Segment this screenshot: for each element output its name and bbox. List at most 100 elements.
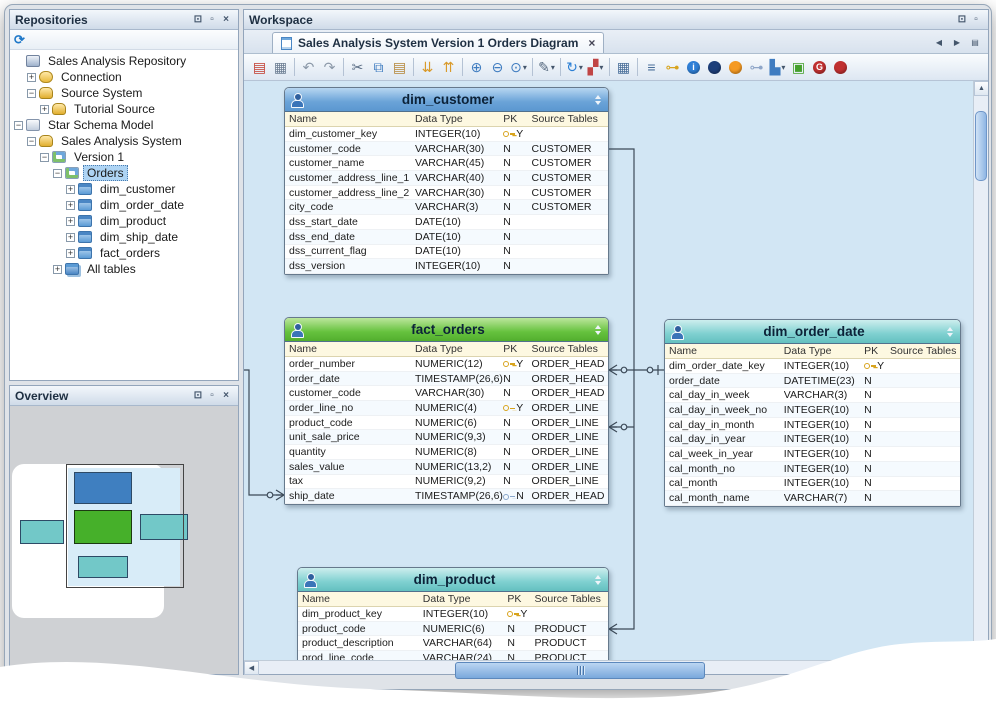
model-diagram-button[interactable]: ▣	[788, 56, 809, 78]
chart-button[interactable]: ▙▾	[767, 56, 788, 78]
entity-header[interactable]: dim_product	[298, 568, 608, 592]
entity-row[interactable]: dim_customer_keyINTEGER(10)Y	[285, 127, 608, 142]
line-style-button[interactable]: ✎▾	[536, 56, 557, 78]
entity-row[interactable]: order_numberNUMERIC(12)YORDER_HEADER	[285, 357, 608, 372]
tree-item-fact-orders[interactable]: +fact_orders	[10, 245, 238, 261]
entity-row[interactable]: order_dateDATETIME(23)N	[665, 374, 960, 389]
undo-button[interactable]: ↶	[298, 56, 319, 78]
entity-header[interactable]: fact_orders	[285, 318, 608, 342]
entity-row[interactable]: taxNUMERIC(9,2)NORDER_LINE	[285, 475, 608, 490]
entity-row[interactable]: order_dateTIMESTAMP(26,6)NORDER_HEADER	[285, 372, 608, 387]
refresh-icon[interactable]: ⟳	[14, 32, 25, 48]
entity-row[interactable]: cal_day_in_week_noINTEGER(10)N	[665, 403, 960, 418]
entity-row[interactable]: customer_nameVARCHAR(45)NCUSTOMER	[285, 156, 608, 171]
auto-hide-pin-icon[interactable]: ▫	[969, 13, 983, 27]
collapse-arrows-icon[interactable]	[593, 95, 603, 105]
tree-item-dim-customer[interactable]: +dim_customer	[10, 181, 238, 197]
auto-arrange-button[interactable]: ↻▾	[564, 56, 585, 78]
entity-row[interactable]: cal_week_in_yearINTEGER(10)N	[665, 447, 960, 462]
entity-row[interactable]: city_codeVARCHAR(3)NCUSTOMER	[285, 200, 608, 215]
dropdown-arrow-icon[interactable]: ▾	[781, 63, 785, 72]
tree-expander-icon[interactable]: +	[66, 217, 75, 226]
tree-expander-icon[interactable]: −	[53, 169, 62, 178]
tree-expander-icon[interactable]: −	[14, 121, 23, 130]
collapse-arrows-icon[interactable]	[593, 325, 603, 335]
auto-hide-pin-icon[interactable]: ▫	[205, 389, 219, 403]
tree-expander-icon[interactable]: −	[27, 137, 36, 146]
vertical-scrollbar[interactable]: ▲ ▼	[973, 81, 988, 660]
entity-header[interactable]: dim_order_date	[665, 320, 960, 344]
restore-window-icon[interactable]: ⊡	[191, 13, 205, 27]
tree-expander-icon[interactable]: +	[27, 73, 36, 82]
entity-row[interactable]: customer_codeVARCHAR(30)NORDER_HEADER	[285, 386, 608, 401]
entity-row[interactable]: dss_start_dateDATE(10)N	[285, 215, 608, 230]
cut-button[interactable]: ✂	[347, 56, 368, 78]
dropdown-arrow-icon[interactable]: ▾	[599, 63, 603, 72]
entity-row[interactable]: dim_order_date_keyINTEGER(10)Y	[665, 359, 960, 374]
entity-row[interactable]: dss_end_dateDATE(10)N	[285, 230, 608, 245]
auto-hide-pin-icon[interactable]: ▫	[205, 13, 219, 27]
entity-row[interactable]: customer_address_line_1VARCHAR(40)NCUSTO…	[285, 171, 608, 186]
tree-expander-icon[interactable]: +	[53, 265, 62, 274]
entity-row[interactable]: cal_day_in_monthINTEGER(10)N	[665, 418, 960, 433]
tree-expander-icon[interactable]: +	[40, 105, 49, 114]
paste-button[interactable]: ▤	[389, 56, 410, 78]
tree-item-star-schema-model[interactable]: −Star Schema Model	[10, 117, 238, 133]
key-button[interactable]: ⊶	[662, 56, 683, 78]
entity-header[interactable]: dim_customer	[285, 88, 608, 112]
tree-item-orders[interactable]: −Orders	[10, 165, 238, 181]
generate-button[interactable]: G	[809, 56, 830, 78]
entity-row[interactable]: dss_versionINTEGER(10)N	[285, 259, 608, 274]
globe-button[interactable]	[704, 56, 725, 78]
tree-item-sales-analysis-repository[interactable]: Sales Analysis Repository	[10, 53, 238, 69]
tab-list-icon[interactable]: ▤	[967, 34, 983, 50]
find-key-button[interactable]: ⊶	[746, 56, 767, 78]
entity-row[interactable]: order_line_noNUMERIC(4)YORDER_LINE	[285, 401, 608, 416]
tree-item-version-1[interactable]: −Version 1	[10, 149, 238, 165]
dropdown-arrow-icon[interactable]: ▾	[523, 63, 527, 72]
scroll-up-icon[interactable]: ▲	[974, 81, 988, 96]
redo-button[interactable]: ↷	[319, 56, 340, 78]
copy-button[interactable]: ⧉	[368, 56, 389, 78]
dropdown-arrow-icon[interactable]: ▾	[551, 63, 555, 72]
tree-item-all-tables[interactable]: +All tables	[10, 261, 238, 277]
entity-row[interactable]: customer_codeVARCHAR(30)NCUSTOMER	[285, 142, 608, 157]
close-icon[interactable]: ×	[219, 389, 233, 403]
horizontal-scrollbar-thumb[interactable]	[455, 662, 705, 679]
print-button[interactable]: ▦	[270, 56, 291, 78]
tab-orders-diagram[interactable]: Sales Analysis System Version 1 Orders D…	[272, 32, 604, 53]
tree-expander-icon[interactable]: +	[66, 185, 75, 194]
minimap-viewport[interactable]	[66, 464, 184, 588]
zoom-in-button[interactable]: ⊕	[466, 56, 487, 78]
tree-item-sales-analysis-system[interactable]: −Sales Analysis System	[10, 133, 238, 149]
entity-row[interactable]: product_codeNUMERIC(6)NORDER_LINE	[285, 416, 608, 431]
sphere-button[interactable]	[725, 56, 746, 78]
tree-expander-icon[interactable]: +	[66, 233, 75, 242]
tree-expander-icon[interactable]: −	[27, 89, 36, 98]
tab-scroll-right-icon[interactable]: ▶	[949, 34, 965, 50]
entity-row[interactable]: cal_month_nameVARCHAR(7)N	[665, 491, 960, 506]
move-down-button[interactable]: ⇊	[417, 56, 438, 78]
collapse-arrows-icon[interactable]	[593, 575, 603, 585]
restore-window-icon[interactable]: ⊡	[191, 389, 205, 403]
dropdown-arrow-icon[interactable]: ▾	[579, 63, 583, 72]
tab-close-icon[interactable]: ×	[588, 36, 595, 50]
tree-item-source-system[interactable]: −Source System	[10, 85, 238, 101]
tree-item-dim-ship-date[interactable]: +dim_ship_date	[10, 229, 238, 245]
tree-item-connection[interactable]: +Connection	[10, 69, 238, 85]
tree-item-tutorial-source[interactable]: +Tutorial Source	[10, 101, 238, 117]
collapse-arrows-icon[interactable]	[945, 327, 955, 337]
record-button[interactable]	[830, 56, 851, 78]
tree-expander-icon[interactable]: −	[40, 153, 49, 162]
diagram-canvas[interactable]: ▲ ▼ dim_customerNameData TypePKSource Ta…	[244, 81, 988, 660]
entity-row[interactable]: dss_current_flagDATE(10)N	[285, 245, 608, 260]
entity-row[interactable]: unit_sale_priceNUMERIC(9,3)NORDER_LINE	[285, 430, 608, 445]
tree-item-dim-product[interactable]: +dim_product	[10, 213, 238, 229]
entity-fact_orders[interactable]: fact_ordersNameData TypePKSource Tableso…	[284, 317, 609, 505]
entity-row[interactable]: ship_dateTIMESTAMP(26,6)NORDER_HEADER	[285, 489, 608, 504]
entity-row[interactable]: customer_address_line_2VARCHAR(30)NCUSTO…	[285, 186, 608, 201]
hierarchy-button[interactable]: ≡	[641, 56, 662, 78]
zoom-out-button[interactable]: ⊖	[487, 56, 508, 78]
entity-row[interactable]: quantityNUMERIC(8)NORDER_LINE	[285, 445, 608, 460]
tree-item-dim-order-date[interactable]: +dim_order_date	[10, 197, 238, 213]
